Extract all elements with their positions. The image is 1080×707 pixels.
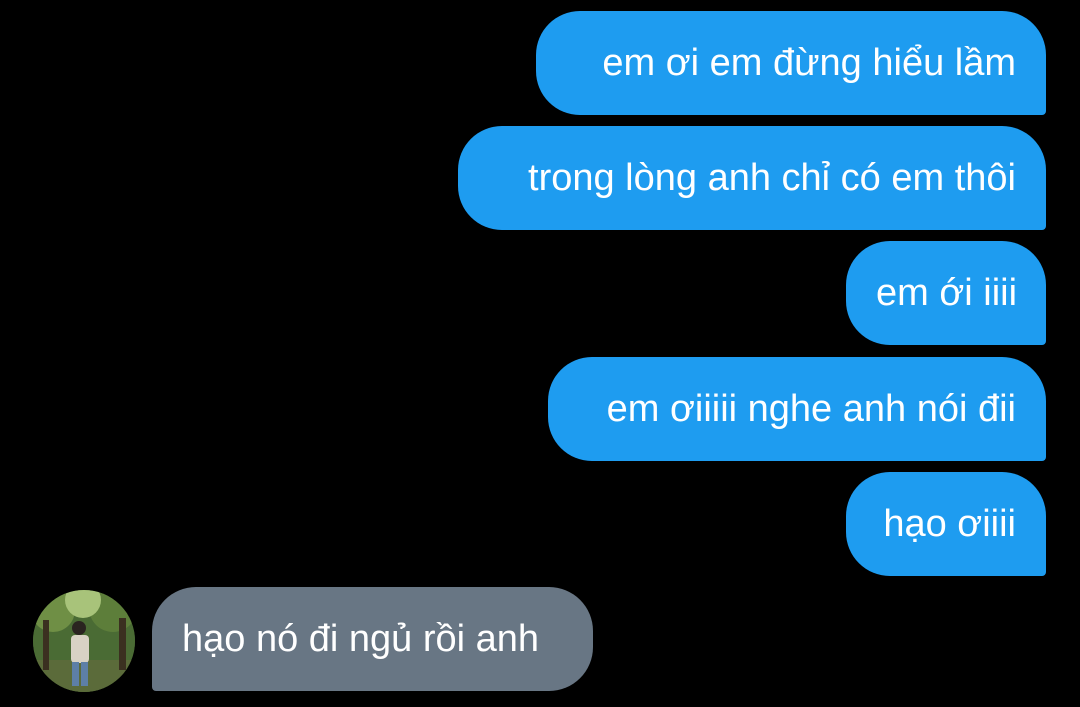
- message-text: trong lòng anh chỉ có em thôi: [528, 157, 1016, 199]
- message-text: em ơiiiii nghe anh nói đii: [606, 388, 1016, 430]
- sent-message-bubble[interactable]: trong lòng anh chỉ có em thôi: [458, 126, 1046, 230]
- sent-message-bubble[interactable]: em ơiiiii nghe anh nói đii: [548, 357, 1046, 461]
- contact-avatar[interactable]: [33, 590, 135, 692]
- message-text: hạo nó đi ngủ rồi anh: [182, 618, 540, 660]
- sent-message-bubble[interactable]: hạo ơiiii: [846, 472, 1046, 576]
- contact-photo-icon: [33, 590, 135, 692]
- message-text: em ơi em đừng hiểu lầm: [602, 42, 1016, 84]
- sent-message-bubble[interactable]: em ới iiii: [846, 241, 1046, 345]
- message-text: hạo ơiiii: [883, 503, 1016, 545]
- message-text: em ới iiii: [876, 272, 1018, 314]
- sent-message-bubble[interactable]: em ơi em đừng hiểu lầm: [536, 11, 1046, 115]
- message-thread: em ơi em đừng hiểu lầm trong lòng anh ch…: [0, 0, 1080, 707]
- received-message-bubble[interactable]: hạo nó đi ngủ rồi anh: [152, 587, 593, 691]
